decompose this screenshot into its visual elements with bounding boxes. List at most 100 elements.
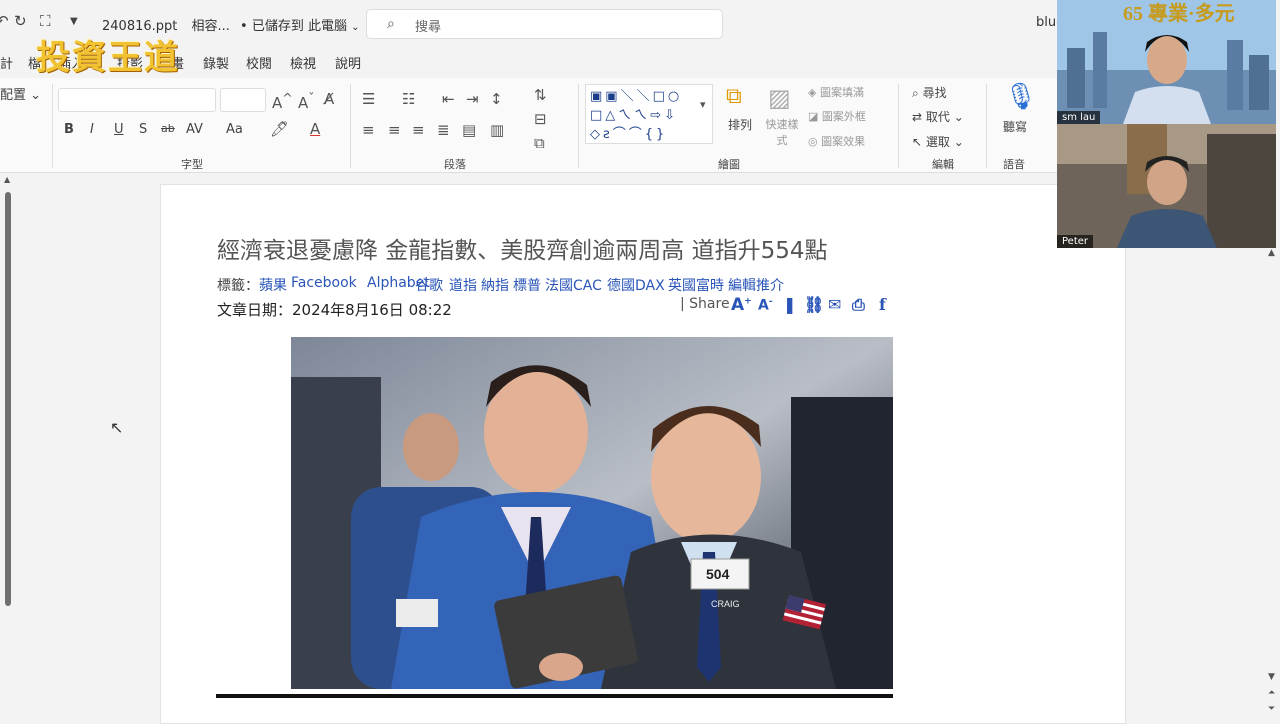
highlight-icon[interactable]: 🖊 (270, 120, 289, 138)
shape-outline-button[interactable]: ◪ 圖案外框 (808, 108, 866, 124)
slideshow-icon[interactable]: ⛶ (40, 12, 51, 30)
shrink-font-icon[interactable]: Aˇ (298, 90, 315, 112)
align-right-icon[interactable]: ≡ (412, 121, 425, 139)
distribute-icon[interactable]: ▤ (462, 121, 476, 139)
tag-link[interactable]: Facebook (291, 275, 357, 291)
tags-label: 標籤： (217, 278, 259, 294)
font-increase-icon[interactable]: A+ (731, 295, 752, 315)
share-label: | Share (680, 296, 730, 312)
columns-icon[interactable]: ▥ (490, 121, 504, 139)
tag-link[interactable]: 德國DAX (607, 275, 665, 295)
redo-icon[interactable]: ↻ (14, 12, 27, 30)
article-headline: 經濟衰退憂慮降 金龍指數、美股齊創逾兩周高 道指升554點 (217, 238, 828, 264)
numbering-icon[interactable]: ☷ (402, 90, 415, 108)
badge-504: 504 (706, 566, 730, 582)
select-button[interactable]: ↖ 選取 ⌄ (912, 133, 964, 150)
smartart-icon[interactable]: ⧉ (534, 134, 545, 152)
italic-button[interactable]: I (90, 122, 94, 137)
tag-link[interactable]: 道指 (449, 275, 477, 295)
article-date: 文章日期：2024年8月16日 08:22 (217, 301, 452, 319)
replace-icon: ⇄ (912, 110, 923, 124)
search-box[interactable]: ⌕ 搜尋 (366, 9, 723, 39)
tag-link[interactable]: 英國富時 (668, 275, 724, 295)
align-text-icon[interactable]: ⊟ (534, 110, 547, 128)
line-spacing-icon[interactable]: ↕ (490, 90, 503, 108)
tab-record[interactable]: 錄製 (203, 53, 229, 72)
tag-link[interactable]: 法國CAC (545, 275, 602, 295)
scroll-down-icon[interactable]: ▼ (1268, 672, 1275, 682)
link-icon[interactable]: ⛓ (804, 295, 824, 314)
undo-icon[interactable]: ↶ (0, 12, 9, 30)
bullets-icon[interactable]: ☰ (362, 90, 375, 108)
find-button[interactable]: ⌕ 尋找 (912, 84, 947, 101)
underline-button[interactable]: U (114, 122, 124, 137)
select-icon: ↖ (912, 135, 923, 149)
bold-button[interactable]: B (64, 122, 74, 137)
shadow-button[interactable]: S (139, 122, 147, 137)
align-center-icon[interactable]: ≡ (388, 121, 401, 139)
slide-panel-scrollbar[interactable]: ▲ (4, 175, 13, 608)
change-case-button[interactable]: Aa (226, 122, 243, 137)
quick-styles-button[interactable]: 快速樣式 (762, 116, 802, 148)
prev-slide-icon[interactable]: ⏶ (1268, 688, 1275, 698)
tag-link[interactable]: 編輯推介 (728, 275, 784, 295)
shape-effects-button[interactable]: ◎ 圖案效果 (808, 133, 865, 149)
font-size-select[interactable] (220, 88, 266, 112)
search-placeholder: 搜尋 (415, 20, 442, 35)
quick-styles-icon[interactable]: ▨ (768, 84, 791, 112)
search-icon: ⌕ (387, 16, 395, 32)
facebook-icon[interactable]: f (879, 295, 886, 314)
tab-review[interactable]: 校閱 (246, 53, 272, 72)
group-voice-label: 語音 (1003, 158, 1025, 171)
clear-format-icon[interactable]: A̸ (324, 90, 334, 108)
email-icon[interactable]: ✉ (828, 295, 841, 314)
find-icon: ⌕ (912, 86, 919, 100)
font-color-icon[interactable]: A (310, 120, 320, 138)
arrange-button[interactable]: 排列 (728, 116, 752, 133)
tag-link[interactable]: 納指 (481, 275, 509, 295)
next-slide-icon[interactable]: ⏷ (1268, 704, 1275, 714)
customize-icon[interactable]: ▼ (70, 16, 78, 27)
scroll-up-icon[interactable]: ▲ (1268, 248, 1275, 258)
tab-view[interactable]: 檢視 (290, 53, 316, 72)
char-spacing-button[interactable]: AV (186, 122, 203, 137)
replace-button[interactable]: ⇄ 取代 ⌄ (912, 108, 964, 125)
shape-fill-button[interactable]: ◈ 圖案填滿 (808, 84, 864, 100)
decrease-indent-icon[interactable]: ⇤ (442, 90, 455, 108)
mouse-cursor-icon: ↖ (110, 418, 124, 437)
channel-logo: 投資王道 (36, 38, 180, 78)
tag-link[interactable]: 標普 (513, 275, 541, 295)
arrange-icon[interactable]: ⧉ (726, 84, 742, 109)
dictate-button[interactable]: 聽寫 (1003, 118, 1027, 135)
group-font-label: 字型 (181, 158, 203, 171)
print-icon[interactable]: ⎙ (852, 295, 865, 315)
shapes-gallery[interactable]: ▣▣＼＼□○ □△ㄟㄟ⇨⇩ ◇ƨ⌒⌒{} (585, 84, 713, 144)
main-scrollbar[interactable]: ▲ ▼ ⏶ ⏷ (1267, 248, 1279, 720)
tab-help[interactable]: 說明 (335, 53, 361, 72)
grow-font-icon[interactable]: A^ (272, 90, 293, 112)
tag-link[interactable]: 谷歌 (415, 275, 443, 295)
scrollbar-thumb[interactable] (5, 192, 11, 606)
align-left-icon[interactable]: ≡ (362, 121, 375, 139)
group-drawing-label: 繪圖 (718, 158, 740, 171)
video-tile-sm-lau[interactable]: 65 專業·多元 sm lau (1057, 0, 1276, 124)
shapes-more-icon[interactable]: ▾ (700, 98, 706, 111)
bookmark-icon[interactable]: ❚ (783, 295, 796, 314)
video-tile-peter[interactable]: Peter (1057, 124, 1276, 248)
tab-design[interactable]: 計 (0, 53, 13, 72)
text-direction-icon[interactable]: ⇅ (534, 86, 547, 104)
strikethrough-button[interactable]: ab (161, 122, 175, 135)
ribbon-home: 配置 ⌄ A^ Aˇ A̸ B I U S ab AV Aa 🖊 A 字型 ☰ … (0, 78, 1060, 173)
font-decrease-icon[interactable]: A- (758, 297, 773, 314)
badge-craig: CRAIG (711, 599, 740, 609)
increase-indent-icon[interactable]: ⇥ (466, 90, 479, 108)
scroll-up-icon[interactable]: ▲ (4, 175, 10, 184)
font-name-select[interactable] (58, 88, 216, 112)
layout-button[interactable]: 配置 ⌄ (0, 84, 41, 103)
article-photo: 504 CRAIG (291, 337, 893, 689)
slide-canvas[interactable]: 經濟衰退憂慮降 金龍指數、美股齊創逾兩周高 道指升554點 標籤： 蘋果 Fac… (160, 184, 1126, 724)
microphone-icon[interactable]: 🎙 (1004, 82, 1037, 112)
participant-name: sm lau (1057, 111, 1101, 124)
tag-link[interactable]: 蘋果 (259, 275, 287, 295)
justify-icon[interactable]: ≣ (437, 121, 450, 139)
